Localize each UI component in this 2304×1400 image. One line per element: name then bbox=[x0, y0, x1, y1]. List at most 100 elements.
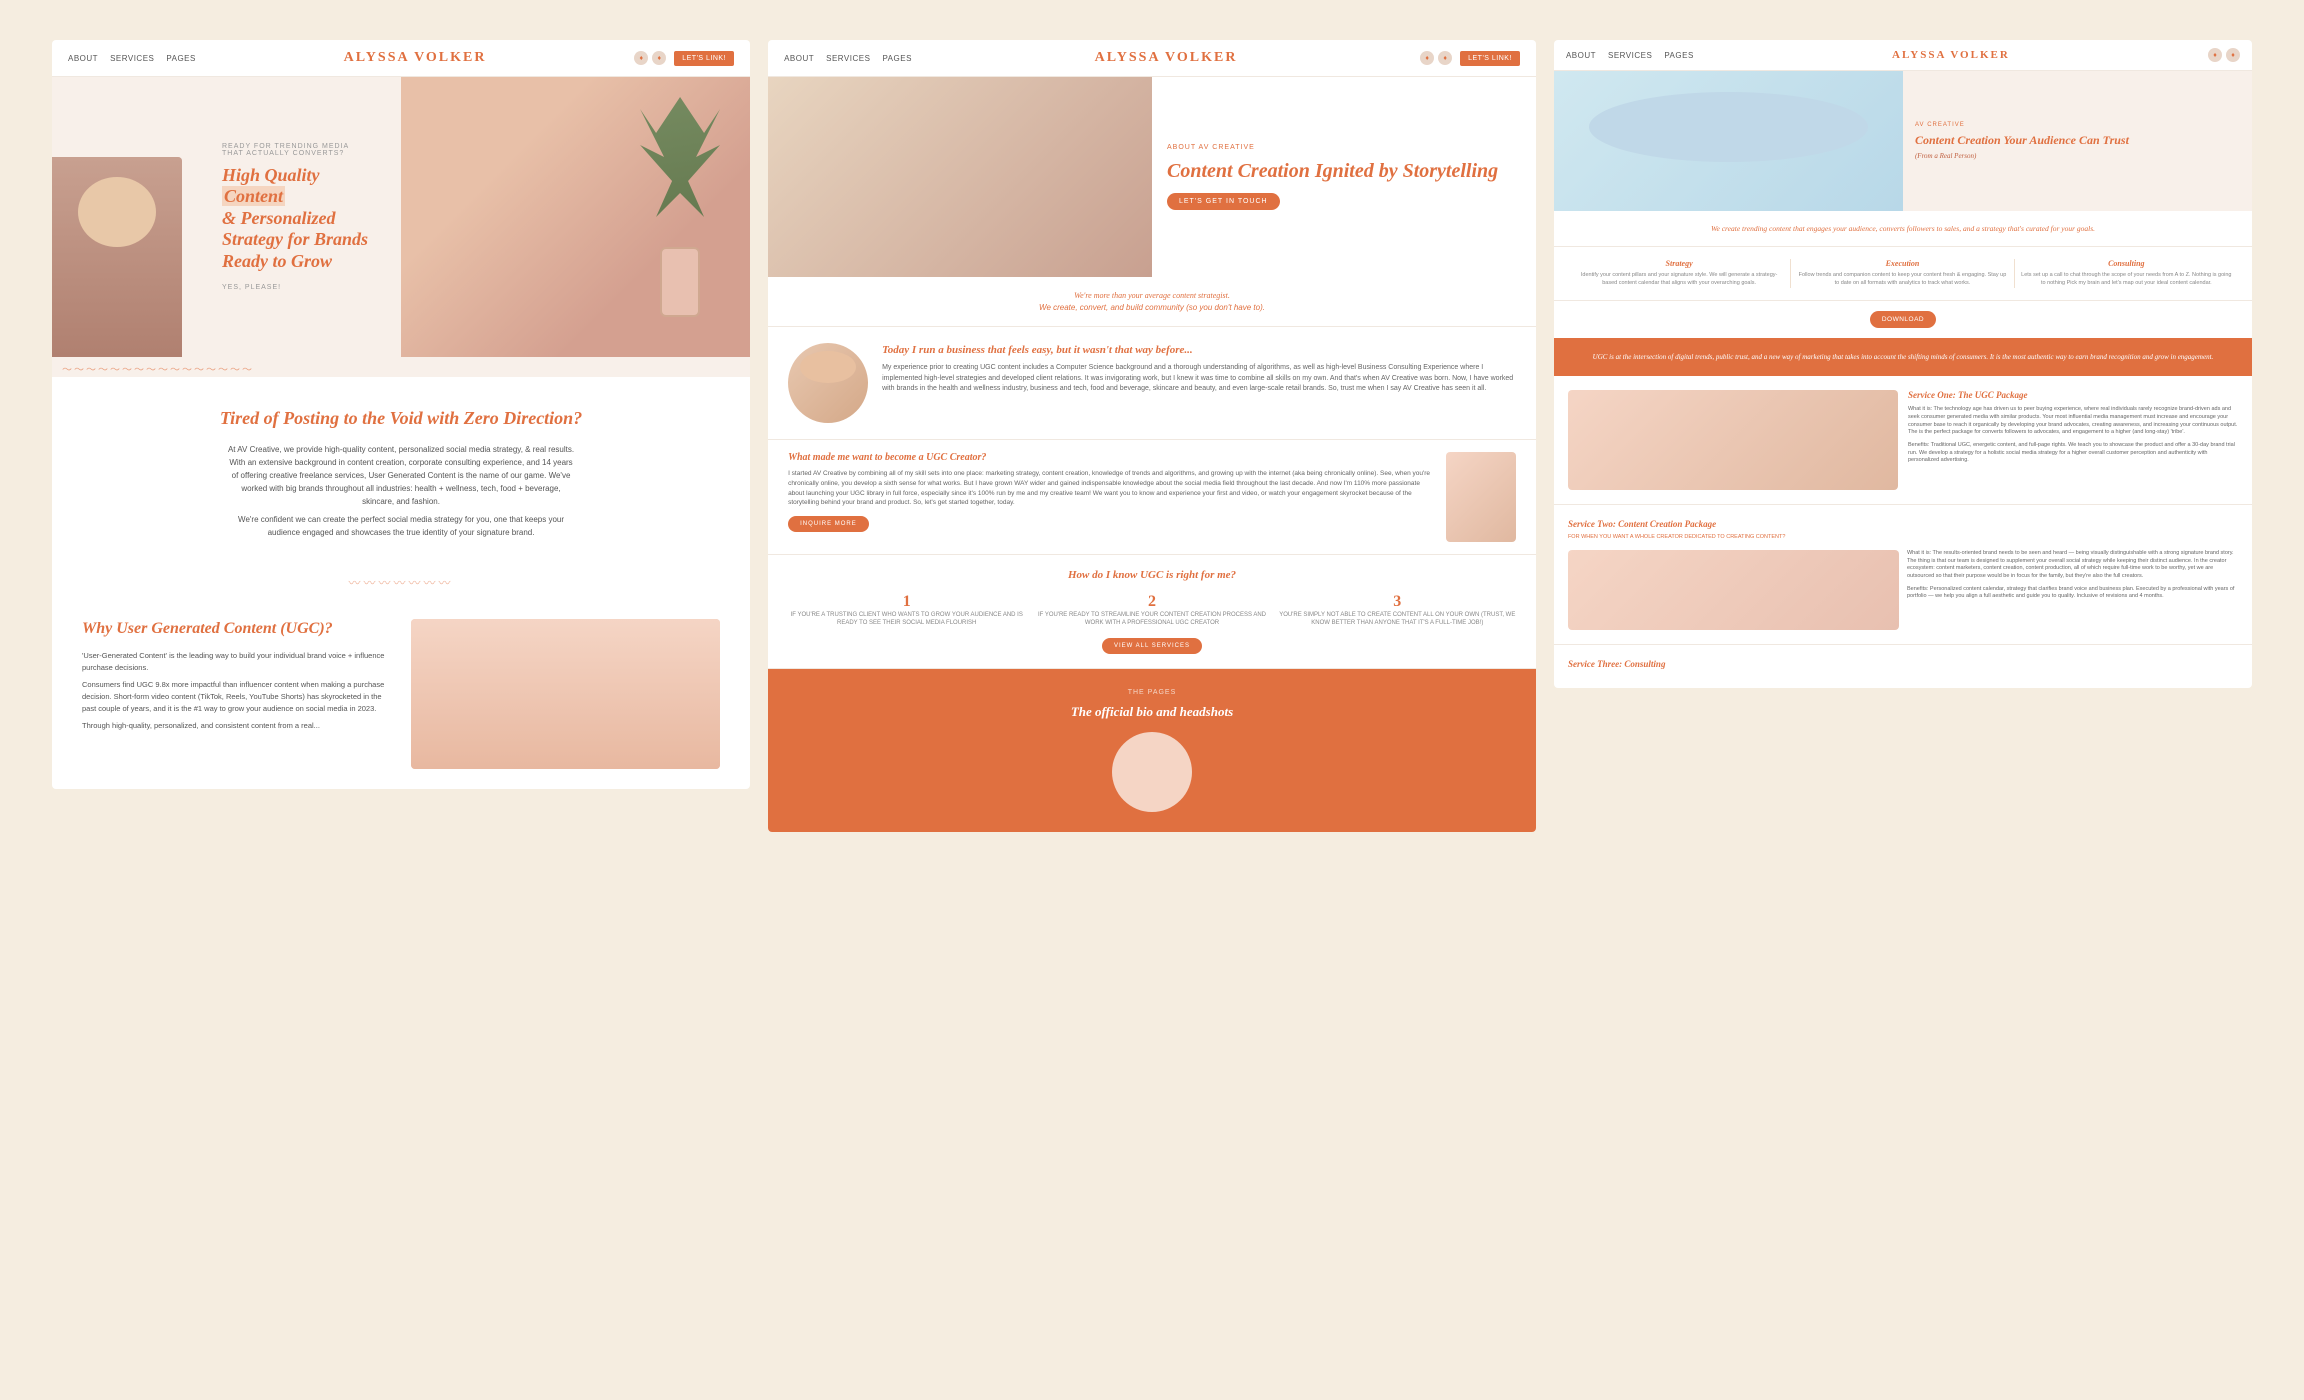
right-panel: ABOUT SERVICES PAGES ALYSSA VOLKER ♦ ♦ A… bbox=[1554, 40, 2252, 688]
social-icons-left: ♦ ♦ bbox=[634, 51, 666, 65]
center-official-bio: THE PAGES The official bio and headshots bbox=[768, 669, 1536, 832]
phone-decoration bbox=[660, 247, 700, 317]
right-tagline-text: We create trending content that engages … bbox=[1568, 223, 2238, 234]
ugc-body3: Through high-quality, personalized, and … bbox=[82, 720, 391, 732]
official-bio-image bbox=[1112, 732, 1192, 812]
center-what-made: What made me want to become a UGC Creato… bbox=[768, 440, 1536, 555]
right-hero-content: AV CREATIVE Content Creation Your Audien… bbox=[1903, 71, 2252, 211]
inquire-btn[interactable]: INQUIRE MORE bbox=[788, 516, 869, 532]
section-tired: Tired of Posting to the Void with Zero D… bbox=[52, 377, 750, 566]
nav-pages-right[interactable]: PAGES bbox=[1664, 51, 1693, 60]
twitter-icon-left[interactable]: ♦ bbox=[652, 51, 666, 65]
right-service-one: Service One: The UGC Package What it is:… bbox=[1554, 376, 2252, 505]
brand-name-right: ALYSSA VOLKER bbox=[1892, 49, 2010, 61]
right-ugc-section: UGC is at the intersection of digital tr… bbox=[1554, 338, 2252, 377]
view-all-btn[interactable]: VIEW ALL SERVICES bbox=[1102, 638, 1202, 654]
center-hero-right: ABOUT AV CREATIVE Content Creation Ignit… bbox=[1152, 77, 1536, 277]
hero-cta-label[interactable]: YES, PLEASE! bbox=[222, 284, 371, 291]
nav-services-right[interactable]: SERVICES bbox=[1608, 51, 1652, 60]
service-two-img-left bbox=[1568, 550, 1899, 630]
execution-body: Follow trends and companion content to k… bbox=[1797, 272, 2007, 287]
ugc-steps: 1 IF YOU'RE A TRUSTING CLIENT WHO WANTS … bbox=[788, 593, 1516, 628]
ugc-body2: Consumers find UGC 9.8x more impactful t… bbox=[82, 679, 391, 715]
center-hero: ABOUT AV CREATIVE Content Creation Ignit… bbox=[768, 77, 1536, 277]
right-ugc-body: UGC is at the intersection of digital tr… bbox=[1568, 352, 2238, 363]
hero-title-left: High Quality Content& PersonalizedStrate… bbox=[222, 165, 371, 273]
official-bio-title: The official bio and headshots bbox=[788, 704, 1516, 720]
what-made-image bbox=[1446, 452, 1516, 542]
step-1-num: 1 bbox=[788, 593, 1025, 611]
service-two-benefits: Benefits: Personalized content calendar,… bbox=[1907, 586, 2238, 601]
step-1-text: IF YOU'RE A TRUSTING CLIENT WHO WANTS TO… bbox=[788, 611, 1025, 628]
center-hero-title: Content Creation Ignited by Storytelling bbox=[1167, 159, 1521, 183]
twitter-icon-right[interactable]: ♦ bbox=[2226, 48, 2240, 62]
social-icons-center: ♦ ♦ bbox=[1420, 51, 1452, 65]
ugc-people-image bbox=[411, 619, 720, 769]
center-cta-btn[interactable]: LET'S GET IN TOUCH bbox=[1167, 193, 1280, 210]
center-section-label: ABOUT AV CREATIVE bbox=[1167, 144, 1521, 151]
service-one-title: Service One: The UGC Package bbox=[1908, 390, 2238, 400]
nav-links-center: ABOUT SERVICES PAGES bbox=[784, 54, 912, 63]
main-container: ABOUT SERVICES PAGES ALYSSA VOLKER ♦ ♦ L… bbox=[52, 40, 2252, 832]
service-two-text: What it is: The results-oriented brand n… bbox=[1907, 550, 2238, 630]
service-two-what: What it is: The results-oriented brand n… bbox=[1907, 550, 2238, 581]
ugc-step-3: 3 YOU'RE SIMPLY NOT ABLE TO CREATE CONTE… bbox=[1279, 593, 1516, 628]
strategy-body: Identify your content pillars and your s… bbox=[1574, 272, 1784, 287]
nav-about-center[interactable]: ABOUT bbox=[784, 54, 814, 63]
strategy-title: Strategy bbox=[1574, 259, 1784, 268]
plant-decoration bbox=[640, 97, 720, 217]
twitter-icon-center[interactable]: ♦ bbox=[1438, 51, 1452, 65]
center-bio: Today I run a business that feels easy, … bbox=[768, 327, 1536, 440]
instagram-icon-right[interactable]: ♦ bbox=[2208, 48, 2222, 62]
hero-left-side: READY FOR TRENDING MEDIA THAT ACTUALLY C… bbox=[52, 77, 401, 357]
center-panel: ABOUT SERVICES PAGES ALYSSA VOLKER ♦ ♦ L… bbox=[768, 40, 1536, 832]
center-how-ugc: How do I know UGC is right for me? 1 IF … bbox=[768, 555, 1536, 669]
right-hero-img bbox=[1554, 71, 1903, 211]
instagram-icon-left[interactable]: ♦ bbox=[634, 51, 648, 65]
social-icons-right: ♦ ♦ bbox=[2208, 48, 2240, 62]
nav-services-left[interactable]: SERVICES bbox=[110, 54, 154, 63]
nav-about-left[interactable]: ABOUT bbox=[68, 54, 98, 63]
instagram-icon-center[interactable]: ♦ bbox=[1420, 51, 1434, 65]
bio-image bbox=[788, 343, 868, 423]
bio-body: My experience prior to creating UGC cont… bbox=[882, 363, 1516, 395]
ugc-image bbox=[411, 619, 720, 769]
brand-name-center: ALYSSA VOLKER bbox=[1095, 50, 1238, 66]
service-one-image bbox=[1568, 390, 1898, 490]
step-3-num: 3 bbox=[1279, 593, 1516, 611]
tired-body2: We're confident we can create the perfec… bbox=[226, 514, 576, 540]
center-tagline-sub: We create, convert, and build community … bbox=[788, 303, 1516, 312]
nav-services-center[interactable]: SERVICES bbox=[826, 54, 870, 63]
brand-name-left: ALYSSA VOLKER bbox=[344, 50, 487, 66]
center-hero-left bbox=[768, 77, 1152, 277]
ugc-step-1: 1 IF YOU'RE A TRUSTING CLIENT WHO WANTS … bbox=[788, 593, 1025, 628]
service-col-strategy: Strategy Identify your content pillars a… bbox=[1568, 259, 1791, 287]
what-made-body: I started AV Creative by combining all o… bbox=[788, 469, 1436, 508]
nav-pages-left[interactable]: PAGES bbox=[166, 54, 195, 63]
bio-title: Today I run a business that feels easy, … bbox=[882, 343, 1516, 357]
hero-text-area: READY FOR TRENDING MEDIA THAT ACTUALLY C… bbox=[212, 123, 381, 312]
download-btn[interactable]: DOWNLOAD bbox=[1870, 311, 1936, 328]
right-services-grid: Strategy Identify your content pillars a… bbox=[1554, 247, 2252, 300]
right-service-three: Service Three: Consulting bbox=[1554, 645, 2252, 688]
nav-about-right[interactable]: ABOUT bbox=[1566, 51, 1596, 60]
execution-title: Execution bbox=[1797, 259, 2007, 268]
contact-btn-left[interactable]: LET'S LINK! bbox=[674, 51, 734, 66]
ugc-title: Why User Generated Content (UGC)? bbox=[82, 619, 391, 640]
contact-btn-center[interactable]: LET'S LINK! bbox=[1460, 51, 1520, 66]
center-nav: ABOUT SERVICES PAGES ALYSSA VOLKER ♦ ♦ L… bbox=[768, 40, 1536, 77]
tired-body1: At AV Creative, we provide high-quality … bbox=[226, 444, 576, 508]
ugc-step-2: 2 IF YOU'RE READY TO STREAMLINE YOUR CON… bbox=[1033, 593, 1270, 628]
left-panel: ABOUT SERVICES PAGES ALYSSA VOLKER ♦ ♦ L… bbox=[52, 40, 750, 789]
consulting-body: Lets set up a call to chat through the s… bbox=[2021, 272, 2232, 287]
center-hero-img bbox=[768, 77, 1152, 277]
ugc-text: Why User Generated Content (UGC)? 'User-… bbox=[82, 619, 391, 737]
nav-pages-center[interactable]: PAGES bbox=[882, 54, 911, 63]
right-tagline: We create trending content that engages … bbox=[1554, 211, 2252, 247]
right-nav: ABOUT SERVICES PAGES ALYSSA VOLKER ♦ ♦ bbox=[1554, 40, 2252, 71]
center-tagline: We're more than your average content str… bbox=[768, 277, 1536, 327]
bio-content: Today I run a business that feels easy, … bbox=[882, 343, 1516, 395]
nav-right-left: ♦ ♦ LET'S LINK! bbox=[634, 51, 734, 66]
service-two-grid: What it is: The results-oriented brand n… bbox=[1568, 550, 2238, 630]
hero-right-side bbox=[401, 77, 750, 357]
